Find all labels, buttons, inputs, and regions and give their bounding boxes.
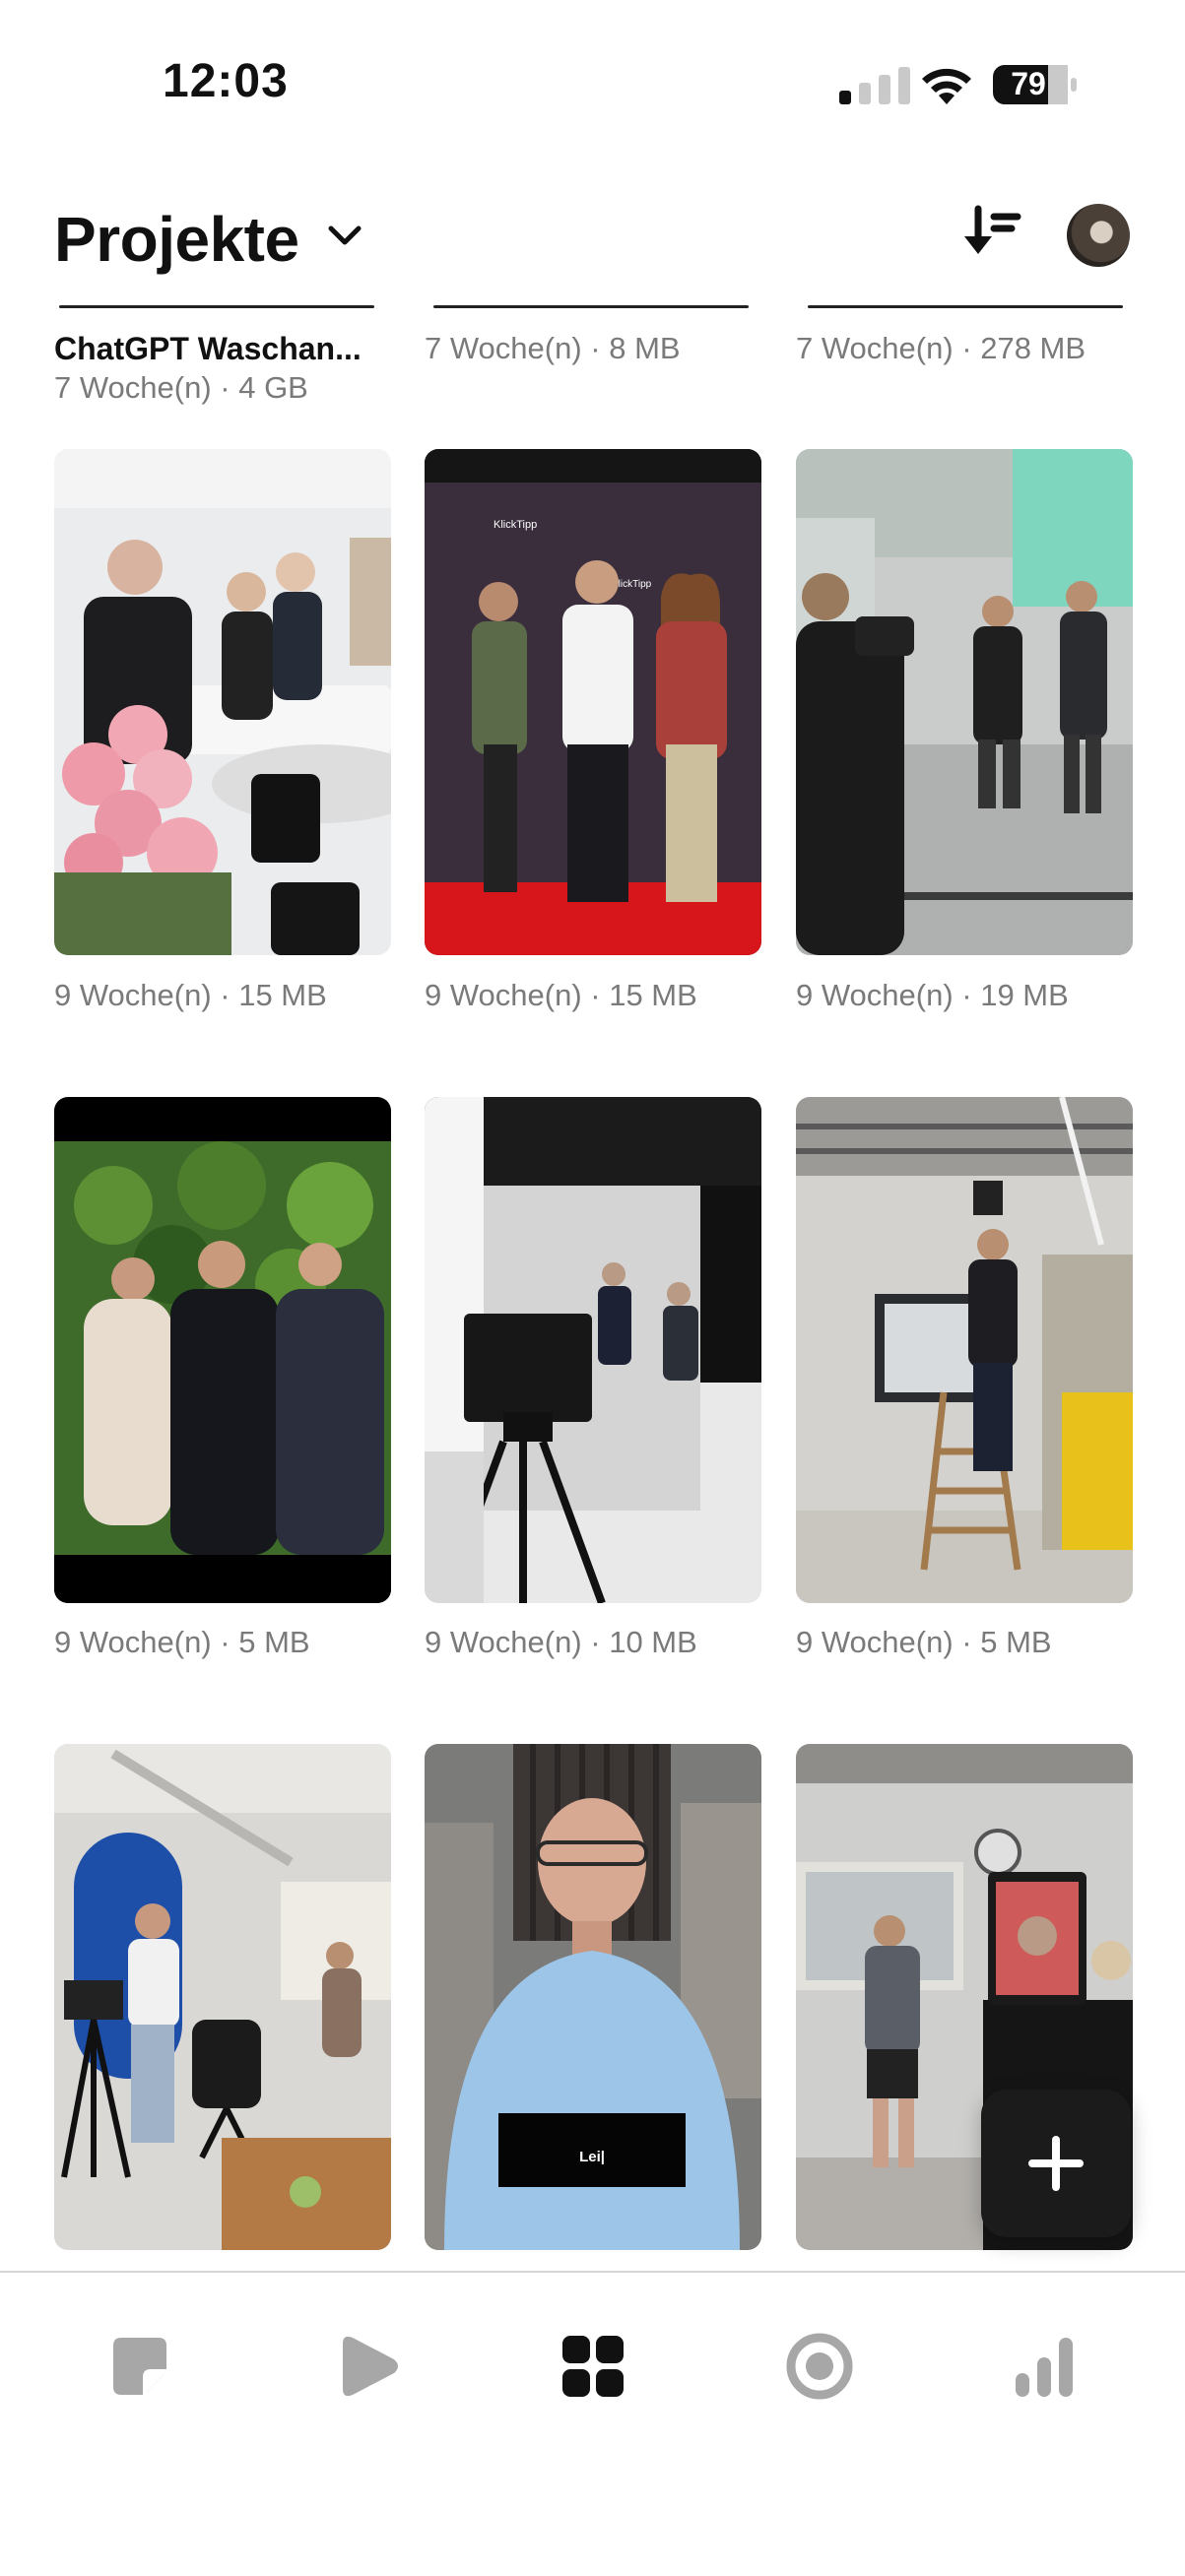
tab-record[interactable] (785, 2332, 854, 2401)
avatar[interactable] (1067, 204, 1130, 267)
project-meta: 7 Woche(n) · 4 GB (54, 370, 308, 405)
wifi-icon (922, 68, 971, 104)
tab-play[interactable] (333, 2332, 402, 2401)
project-thumbnail[interactable] (54, 449, 391, 955)
header: Projekte (0, 177, 1185, 295)
page-title[interactable]: Projekte (54, 203, 299, 276)
tab-projects[interactable] (559, 2332, 627, 2401)
thumbnail-edge[interactable] (808, 305, 1123, 308)
bottom-nav (0, 2271, 1185, 2576)
play-icon (343, 2336, 398, 2397)
cellular-signal-icon (839, 67, 910, 104)
project-thumbnail[interactable] (796, 449, 1133, 955)
project-meta: 9 Woche(n) · 15 MB (425, 978, 697, 1012)
project-meta: 9 Woche(n) · 10 MB (425, 1625, 697, 1659)
project-thumbnail[interactable] (425, 1097, 761, 1603)
sort-icon[interactable] (960, 203, 1021, 264)
plus-icon (1028, 2136, 1084, 2191)
thumbnail-edge[interactable] (59, 305, 374, 308)
battery-icon: 79 (991, 63, 1078, 106)
tab-stats[interactable] (1010, 2332, 1079, 2401)
project-thumbnail[interactable] (54, 1097, 391, 1603)
project-meta: 7 Woche(n) · 8 MB (425, 331, 681, 365)
project-meta: 9 Woche(n) · 19 MB (796, 978, 1069, 1012)
project-thumbnail[interactable]: Lei| (425, 1744, 761, 2250)
project-meta: 9 Woche(n) · 5 MB (796, 1625, 1052, 1659)
status-bar: 12:03 79 (0, 0, 1185, 167)
project-thumbnail[interactable]: KlickTipp KlickTipp (425, 449, 761, 955)
project-thumbnail[interactable] (796, 1097, 1133, 1603)
record-icon (786, 2333, 853, 2400)
status-time: 12:03 (163, 55, 289, 107)
video-caption: Lei| (579, 2149, 605, 2165)
project-meta: 9 Woche(n) · 5 MB (54, 1625, 310, 1659)
battery-level: 79 (1011, 66, 1046, 101)
tab-notes[interactable] (105, 2332, 174, 2401)
svg-text:KlickTipp: KlickTipp (494, 519, 537, 531)
chevron-down-icon[interactable] (325, 221, 364, 250)
notes-icon (113, 2338, 166, 2395)
project-meta: 7 Woche(n) · 278 MB (796, 331, 1086, 365)
grid-icon (562, 2336, 624, 2397)
stats-icon (1016, 2338, 1073, 2397)
thumbnail-edge[interactable] (433, 305, 749, 308)
add-project-button[interactable] (981, 2090, 1131, 2237)
project-name: ChatGPT Waschan... (54, 331, 362, 366)
project-meta: 9 Woche(n) · 15 MB (54, 978, 327, 1012)
project-thumbnail[interactable] (54, 1744, 391, 2250)
